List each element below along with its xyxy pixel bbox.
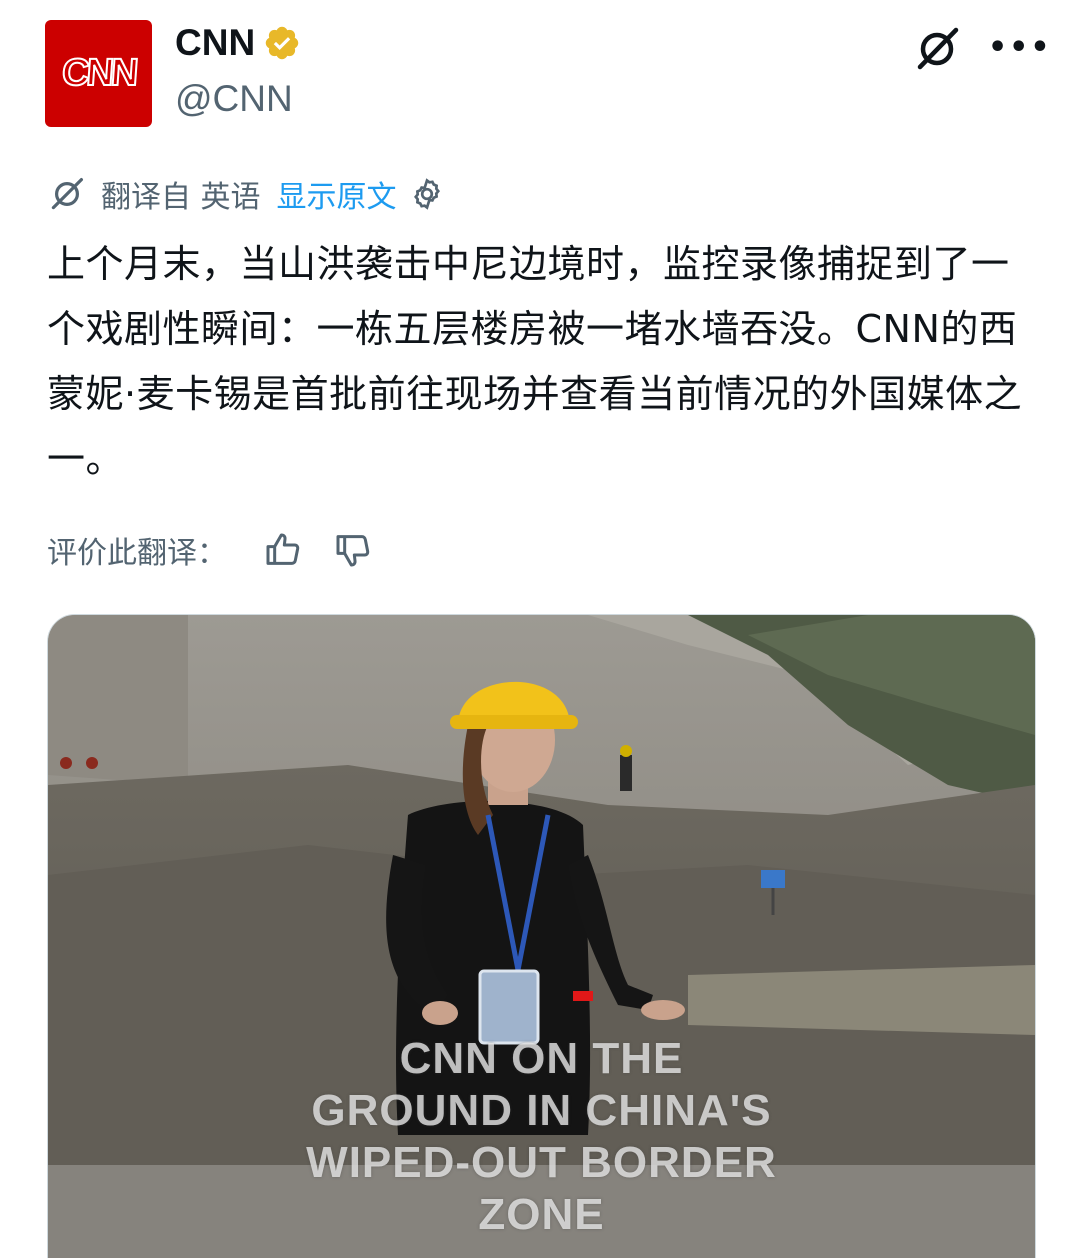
caption-line-3: WIPED-OUT BORDER <box>306 1138 777 1187</box>
show-original-link[interactable]: 显示原文 <box>277 172 397 216</box>
tweet-page: CNN CNN @CNN ••• 翻译自 英语 显示原文 上个月末，当山洪袭击中… <box>0 0 1080 1258</box>
verified-badge-icon <box>265 26 299 60</box>
cnn-logo: CNN <box>59 51 137 95</box>
video-caption: CNN ON THE GROUND IN CHINA'S WIPED-OUT B… <box>48 1033 1035 1241</box>
tweet-text: 上个月末，当山洪袭击中尼边境时，监控录像捕捉到了一个戏剧性瞬间：一栋五层楼房被一… <box>47 242 1023 481</box>
gear-icon[interactable] <box>409 176 445 212</box>
author-handle[interactable]: @CNN <box>175 78 293 120</box>
caption-line-2: GROUND IN CHINA'S <box>311 1086 772 1135</box>
author-name-row[interactable]: CNN <box>175 22 301 64</box>
translated-from-label: 翻译自 英语 <box>101 180 261 215</box>
grok-icon[interactable] <box>912 24 962 74</box>
video-player[interactable]: CNN ON THE GROUND IN CHINA'S WIPED-OUT B… <box>47 614 1036 1258</box>
caption-line-4: ZONE <box>478 1190 605 1239</box>
thumbs-up-icon[interactable] <box>263 530 303 570</box>
thumbs-down-icon[interactable] <box>333 530 373 570</box>
more-options-icon[interactable]: ••• <box>988 30 1052 65</box>
rate-translation-label: 评价此翻译： <box>47 536 227 571</box>
author-avatar[interactable]: CNN <box>45 20 152 127</box>
translation-bar: 翻译自 英语 显示原文 <box>47 172 445 216</box>
rate-translation-row: 评价此翻译： <box>47 528 373 572</box>
author-display-name[interactable]: CNN <box>175 22 255 64</box>
grok-translate-icon <box>51 178 83 210</box>
caption-line-1: CNN ON THE <box>399 1034 684 1083</box>
